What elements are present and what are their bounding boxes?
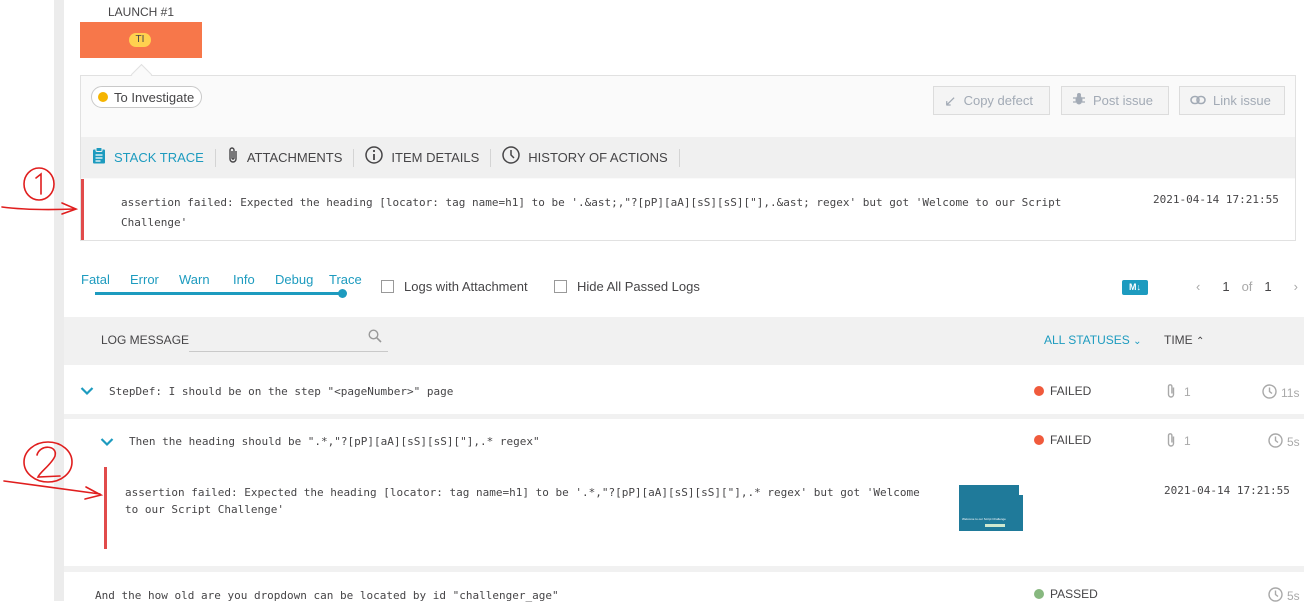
all-statuses-dropdown[interactable]: ALL STATUSES ⌄ — [1044, 333, 1142, 347]
total-pages: 1 — [1264, 279, 1272, 294]
log-level-slider-handle[interactable] — [338, 289, 347, 298]
clock-icon — [1268, 587, 1287, 605]
status-passed: PASSED — [1034, 587, 1098, 601]
level-trace[interactable]: Trace — [329, 272, 362, 287]
level-warn[interactable]: Warn — [179, 272, 210, 287]
clock-icon — [1268, 433, 1287, 451]
attachment-count: 1 — [1184, 434, 1191, 448]
tab-label: STACK TRACE — [114, 150, 204, 165]
ti-badge[interactable]: TI — [129, 33, 151, 47]
tab-stack-trace[interactable]: STACK TRACE — [81, 146, 215, 169]
logs-with-attachment-checkbox[interactable]: Logs with Attachment — [381, 279, 528, 294]
current-page: 1 — [1222, 279, 1230, 294]
tab-label: HISTORY OF ACTIONS — [528, 150, 668, 165]
hide-passed-logs-checkbox[interactable]: Hide All Passed Logs — [554, 279, 700, 294]
chevron-up-icon: ⌃ — [1196, 336, 1205, 347]
tab-label: ITEM DETAILS — [391, 150, 480, 165]
attachment-count: 1 — [1184, 385, 1191, 399]
status-label: FAILED — [1050, 433, 1092, 447]
tab-attachments[interactable]: ATTACHMENTS — [216, 146, 354, 169]
arrow-down-left-icon: ↙ — [944, 92, 957, 110]
defect-label: To Investigate — [114, 89, 195, 105]
level-info[interactable]: Info — [233, 272, 255, 287]
bug-icon — [1072, 92, 1086, 110]
status-failed: FAILED — [1034, 433, 1091, 447]
status-label: PASSED — [1050, 587, 1098, 601]
chevron-down-icon[interactable] — [80, 383, 94, 399]
status-label: FAILED — [1050, 384, 1092, 398]
checkbox-box[interactable] — [554, 280, 567, 293]
clipboard-icon — [92, 146, 106, 169]
tab-label: ATTACHMENTS — [246, 150, 343, 165]
log-row-text: And the how old are you dropdown can be … — [95, 589, 559, 602]
link-issue-button[interactable]: Link issue — [1179, 86, 1285, 115]
time-sort-header[interactable]: TIME ⌃ — [1164, 333, 1204, 347]
stack-trace-message: assertion failed: Expected the heading [… — [121, 196, 1062, 229]
tab-history-of-actions[interactable]: HISTORY OF ACTIONS — [491, 146, 678, 169]
markdown-toggle[interactable]: M↓ — [1122, 280, 1148, 295]
log-level-slider-track[interactable] — [95, 292, 343, 295]
attachment-icon[interactable] — [1166, 383, 1176, 402]
log-search-input[interactable] — [189, 351, 388, 352]
chevron-down-icon: ⌄ — [1133, 336, 1142, 347]
copy-defect-button[interactable]: ↙ Copy defect — [933, 86, 1050, 115]
status-failed: FAILED — [1034, 384, 1091, 398]
passed-dot — [1034, 589, 1044, 599]
post-issue-label: Post issue — [1093, 93, 1153, 108]
details-tabs: STACK TRACE ATTACHMENTS ITEM DETAILS HIS… — [81, 137, 1295, 178]
left-gutter — [0, 0, 54, 601]
log-message-header: LOG MESSAGE — [101, 333, 190, 347]
clock-icon — [1262, 384, 1281, 402]
duration: 5s — [1268, 587, 1300, 605]
log-row-text: Then the heading should be ".*,"?[pP][aA… — [129, 435, 540, 448]
prev-page-icon[interactable]: ‹ — [1196, 279, 1200, 294]
tab-divider — [678, 148, 680, 167]
launch-label: LAUNCH #1 — [107, 5, 175, 19]
thumbnail-caption: Welcome to our Script Challenge — [962, 517, 1006, 521]
stack-trace-time: 2021-04-14 17:21:55 — [1153, 193, 1279, 206]
failed-dot — [1034, 435, 1044, 445]
search-icon[interactable] — [368, 329, 382, 346]
nested-log-time: 2021-04-14 17:21:55 — [1164, 484, 1290, 497]
time-header-label: TIME — [1164, 333, 1193, 347]
attachment-icon[interactable] — [1166, 432, 1176, 451]
link-issue-label: Link issue — [1213, 93, 1271, 108]
defect-type-chip[interactable]: To Investigate — [91, 86, 203, 108]
checkbox-label: Logs with Attachment — [404, 279, 528, 294]
page-of: of — [1241, 279, 1253, 294]
copy-defect-label: Copy defect — [963, 93, 1033, 108]
link-icon — [1190, 92, 1206, 109]
tab-item-details[interactable]: ITEM DETAILS — [354, 146, 490, 169]
thumbnail-corner — [1019, 485, 1023, 495]
status-header-label: ALL STATUSES — [1044, 333, 1130, 347]
duration: 5s — [1268, 433, 1300, 451]
post-issue-button[interactable]: Post issue — [1061, 86, 1169, 115]
failed-dot — [1034, 386, 1044, 396]
nested-log-text: assertion failed: Expected the heading [… — [125, 486, 920, 516]
duration-label: 5s — [1287, 435, 1300, 449]
checkbox-label: Hide All Passed Logs — [577, 279, 700, 294]
checkbox-box[interactable] — [381, 280, 394, 293]
info-icon — [365, 146, 384, 169]
paperclip-icon — [227, 146, 239, 169]
log-row-text: StepDef: I should be on the step "<pageN… — [109, 385, 454, 398]
chevron-down-icon[interactable] — [100, 434, 114, 450]
gutter-divider — [54, 0, 64, 601]
thumbnail-element — [985, 524, 1005, 527]
level-fatal[interactable]: Fatal — [81, 272, 110, 287]
next-page-icon[interactable]: › — [1294, 279, 1298, 294]
level-error[interactable]: Error — [130, 272, 159, 287]
duration: 11s — [1262, 384, 1299, 402]
clock-icon — [502, 146, 521, 169]
duration-label: 11s — [1281, 386, 1300, 400]
pagination: ‹ 1 of 1 › — [1190, 279, 1304, 294]
defect-dot — [98, 92, 108, 102]
level-debug[interactable]: Debug — [275, 272, 313, 287]
